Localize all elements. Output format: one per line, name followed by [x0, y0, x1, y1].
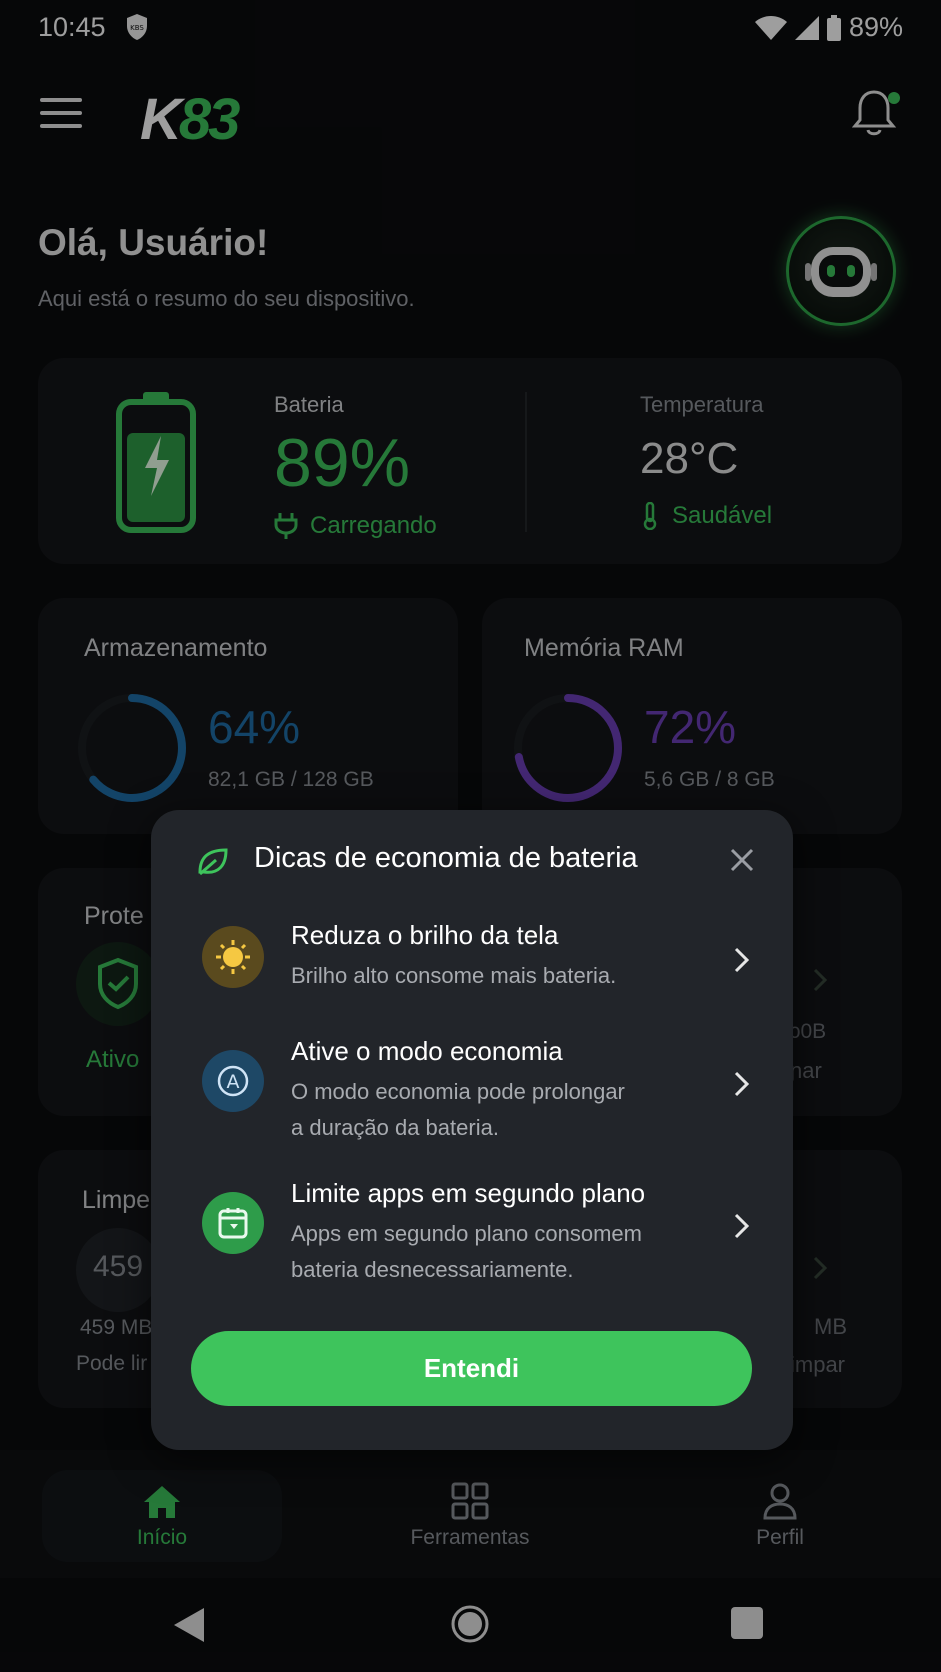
- tip-description-line2: bateria desnecessariamente.: [291, 1257, 574, 1282]
- tip-title: Reduza o brilho da tela: [291, 920, 559, 950]
- svg-text:A: A: [227, 1071, 240, 1093]
- background-apps-icon: [202, 1192, 264, 1254]
- chevron-right-icon: [734, 1213, 750, 1239]
- tip-title: Ative o modo economia: [291, 1036, 563, 1066]
- tip-description-line1: O modo economia pode prolongar: [291, 1079, 625, 1104]
- tip-description: Brilho alto consome mais bateria.: [291, 963, 617, 988]
- confirm-button[interactable]: Entendi: [191, 1331, 752, 1406]
- tip-description-line1: Apps em segundo plano consomem: [291, 1221, 642, 1246]
- chevron-right-icon: [734, 1071, 750, 1097]
- leaf-icon: [198, 848, 228, 876]
- tip-title: Limite apps em segundo plano: [291, 1178, 646, 1208]
- tip-power-saving[interactable]: A Ative o modo economia O modo economia …: [186, 1036, 766, 1140]
- close-icon[interactable]: [726, 844, 758, 876]
- tip-brightness[interactable]: Reduza o brilho da tela Brilho alto cons…: [186, 920, 766, 1000]
- chevron-right-icon: [734, 947, 750, 973]
- dialog-title: Dicas de economia de bateria: [254, 842, 638, 874]
- power-saving-icon: A: [202, 1050, 264, 1112]
- tip-description-line2: a duração da bateria.: [291, 1115, 499, 1140]
- sun-icon: [202, 926, 264, 988]
- tip-background-apps[interactable]: Limite apps em segundo plano Apps em seg…: [186, 1178, 766, 1282]
